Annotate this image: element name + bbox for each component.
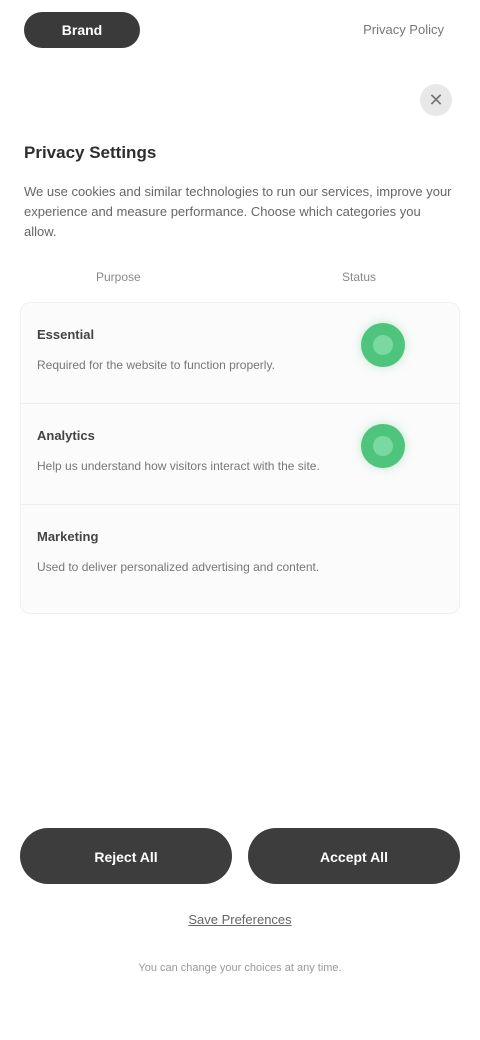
- category-row-essential: Essential Required for the website to fu…: [21, 303, 459, 404]
- toggle-knob: [373, 335, 393, 355]
- logo[interactable]: Brand: [24, 12, 140, 48]
- toggle-analytics[interactable]: [361, 424, 405, 468]
- table-header: Purpose Status: [20, 266, 460, 294]
- accept-all-button[interactable]: Accept All: [248, 828, 460, 884]
- top-bar: Brand Privacy Policy: [0, 0, 480, 64]
- panel-description: We use cookies and similar technologies …: [24, 184, 452, 239]
- toggle-knob: [373, 436, 393, 456]
- toggle-essential[interactable]: [361, 323, 405, 367]
- column-header-purpose: Purpose: [96, 270, 141, 284]
- category-name: Marketing: [37, 529, 99, 544]
- reject-all-button[interactable]: Reject All: [20, 828, 232, 884]
- category-description: Help us understand how visitors interact…: [37, 459, 320, 473]
- close-icon[interactable]: ✕: [420, 84, 452, 116]
- privacy-policy-link[interactable]: Privacy Policy: [352, 20, 444, 40]
- consent-panel: Privacy Settings We use cookies and simi…: [20, 140, 460, 614]
- category-name: Analytics: [37, 428, 95, 443]
- category-row-marketing: Marketing Used to deliver personalized a…: [21, 505, 459, 605]
- action-buttons: Reject All Accept All: [20, 828, 460, 888]
- category-description: Required for the website to function pro…: [37, 358, 275, 372]
- save-preferences-link[interactable]: Save Preferences: [0, 912, 480, 927]
- footer-note: You can change your choices at any time.: [138, 962, 342, 974]
- panel-title: Privacy Settings: [24, 143, 157, 162]
- category-description: Used to deliver personalized advertising…: [37, 560, 320, 574]
- category-name: Essential: [37, 327, 95, 342]
- column-header-status: Status: [342, 270, 377, 284]
- category-row-analytics: Analytics Help us understand how visitor…: [21, 404, 459, 505]
- category-list: Essential Required for the website to fu…: [20, 302, 460, 614]
